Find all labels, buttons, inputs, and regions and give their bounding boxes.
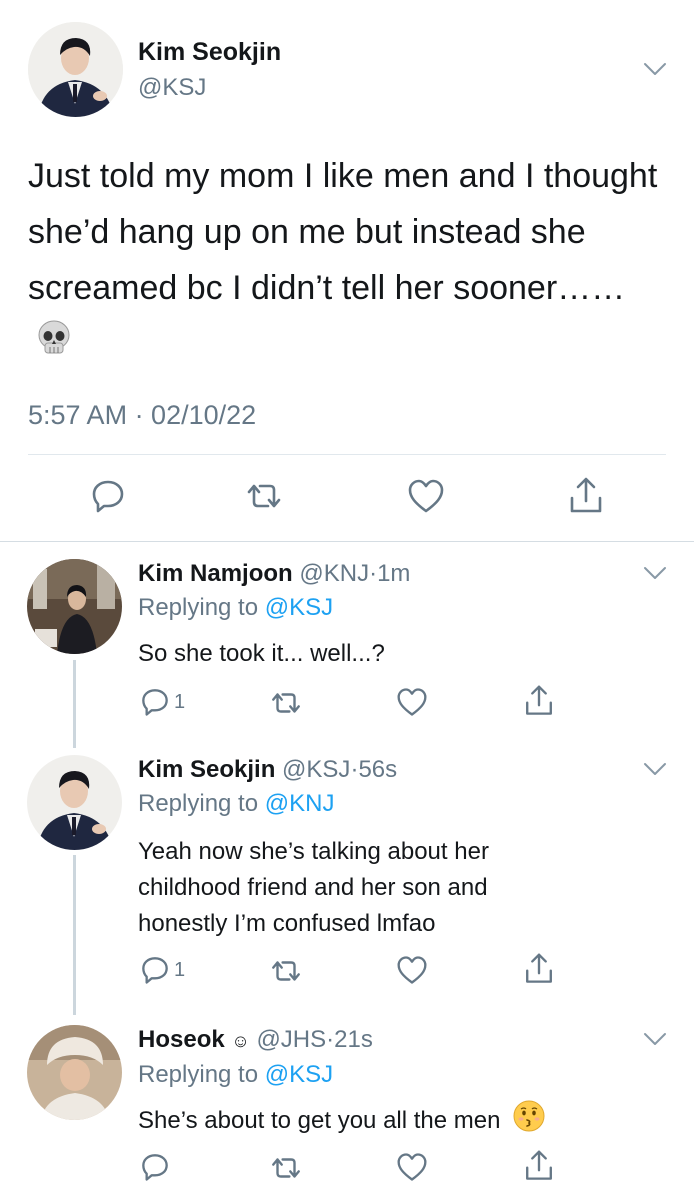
handle[interactable]: @KSJ [138, 74, 206, 102]
kissing-face-icon [513, 1100, 545, 1139]
reply-text-line: Yeah now she’s talking about her [138, 838, 489, 865]
reply-icon[interactable] [90, 478, 126, 514]
chevron-down-icon[interactable] [642, 60, 668, 78]
reply-age[interactable]: 1m [377, 560, 410, 587]
replying-label: Replying to [138, 1061, 259, 1088]
retweet-icon[interactable] [269, 689, 303, 717]
chevron-down-icon[interactable] [642, 564, 668, 582]
like-icon[interactable] [396, 1152, 428, 1182]
replying-to-link[interactable]: @KSJ [265, 1061, 333, 1088]
replying-label: Replying to [138, 790, 259, 817]
separator: · [326, 1026, 335, 1053]
replying-label: Replying to [138, 594, 259, 621]
share-icon[interactable] [567, 476, 605, 516]
avatar[interactable] [28, 22, 123, 117]
display-name[interactable]: Kim Seokjin [138, 756, 275, 783]
thread-connector [73, 855, 76, 1015]
reply-text-body: She’s about to get you all the men [138, 1106, 501, 1134]
tweet-text: Just told my mom I like men and I though… [28, 148, 668, 375]
reply-header: Kim Seokjin @KSJ·56s [138, 756, 397, 784]
reply-header: Hoseok ☺ @JHS·21s [138, 1026, 373, 1054]
chevron-down-icon[interactable] [642, 760, 668, 778]
replying-to-link[interactable]: @KSJ [265, 594, 333, 621]
reply-header: Kim Namjoon @KNJ·1m [138, 560, 410, 588]
handle[interactable]: @KSJ [282, 756, 350, 783]
reply-text: She’s about to get you all the men [138, 1100, 545, 1139]
like-icon[interactable] [407, 478, 445, 514]
chevron-down-icon[interactable] [642, 1030, 668, 1048]
replying-to: Replying to @KNJ [138, 790, 334, 818]
retweet-icon[interactable] [269, 1154, 303, 1182]
replying-to-link[interactable]: @KNJ [265, 790, 335, 817]
divider [28, 454, 666, 455]
display-name[interactable]: Hoseok [138, 1026, 225, 1053]
handle[interactable]: @KNJ [299, 560, 369, 587]
retweet-icon[interactable] [269, 957, 303, 985]
reply-age[interactable]: 56s [358, 756, 397, 783]
reply-button[interactable]: 1 [140, 687, 185, 717]
like-icon[interactable] [396, 687, 428, 717]
reply-text: So she took it... well...? [138, 640, 385, 667]
reply-age[interactable]: 21s [334, 1026, 373, 1053]
avatar[interactable] [27, 755, 122, 850]
replying-to: Replying to @KSJ [138, 1061, 333, 1089]
replying-to: Replying to @KSJ [138, 594, 333, 622]
reply-icon [142, 689, 168, 716]
divider [0, 541, 694, 542]
retweet-icon[interactable] [244, 480, 284, 512]
tweet-text-body: Just told my mom I like men and I though… [28, 157, 658, 307]
avatar[interactable] [27, 1025, 122, 1120]
reply-text-line: honestly I’m confused lmfao [138, 910, 436, 937]
reply-count: 1 [174, 958, 186, 981]
reply-button[interactable]: 1 [140, 955, 185, 985]
reply-icon [142, 957, 168, 984]
smiley-icon: ☺ [231, 1031, 250, 1051]
share-icon[interactable] [523, 952, 555, 986]
thread-connector [73, 660, 76, 748]
reply-text-line: childhood friend and her son and [138, 874, 488, 901]
like-icon[interactable] [396, 955, 428, 985]
avatar[interactable] [27, 559, 122, 654]
display-name[interactable]: Kim Seokjin [138, 38, 281, 67]
share-icon[interactable] [523, 1149, 555, 1183]
display-name[interactable]: Kim Namjoon [138, 560, 293, 587]
skull-icon [34, 318, 74, 375]
handle[interactable]: @JHS [256, 1026, 326, 1053]
reply-text: Yeah now she’s talking about her childho… [138, 834, 489, 942]
share-icon[interactable] [523, 684, 555, 718]
reply-icon[interactable] [140, 1152, 170, 1182]
tweet-timestamp[interactable]: 5:57 AM · 02/10/22 [28, 400, 256, 431]
reply-count: 1 [174, 690, 186, 713]
separator: · [369, 560, 378, 587]
